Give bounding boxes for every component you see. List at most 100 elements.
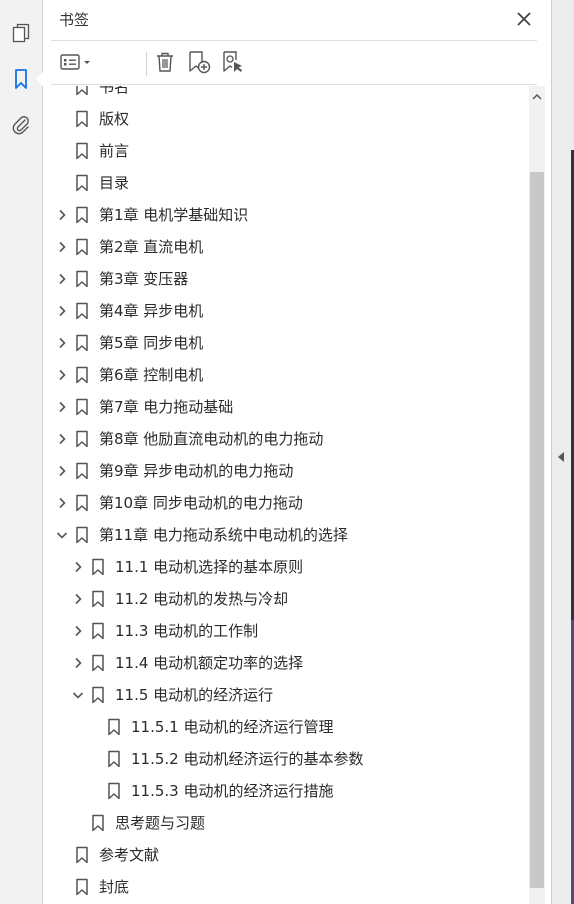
options-menu-button[interactable] bbox=[57, 50, 95, 78]
active-tab-indicator bbox=[36, 72, 43, 86]
chevron-right-icon[interactable] bbox=[55, 464, 69, 478]
bookmark-icon bbox=[75, 366, 89, 384]
bookmark-label: 版权 bbox=[99, 110, 130, 128]
new-bookmark-button[interactable] bbox=[185, 50, 213, 78]
chevron-right-icon[interactable] bbox=[55, 240, 69, 254]
bookmark-label: 11.5.3 电动机的经济运行措施 bbox=[131, 782, 334, 800]
bookmark-icon bbox=[91, 654, 105, 672]
panel-title: 书签 bbox=[59, 11, 90, 29]
bookmark-icon bbox=[75, 174, 89, 192]
bookmark-item[interactable]: 第3章 变压器 bbox=[43, 263, 529, 295]
bookmark-icon bbox=[75, 398, 89, 416]
bookmark-icon bbox=[75, 878, 89, 896]
bookmark-label: 参考文献 bbox=[99, 846, 160, 864]
bookmark-item[interactable]: 书名 bbox=[43, 86, 529, 103]
bookmark-item[interactable]: 第11章 电力拖动系统中电动机的选择 bbox=[43, 519, 529, 551]
bookmark-label: 11.1 电动机选择的基本原则 bbox=[115, 558, 304, 576]
bookmark-icon bbox=[91, 814, 105, 832]
chevron-right-icon[interactable] bbox=[55, 368, 69, 382]
bookmark-icon bbox=[75, 86, 89, 96]
bookmark-label: 第4章 异步电机 bbox=[99, 302, 204, 320]
chevron-right-icon[interactable] bbox=[71, 656, 85, 670]
chevron-right-icon[interactable] bbox=[55, 336, 69, 350]
chevron-down-icon[interactable] bbox=[55, 528, 69, 542]
bookmark-item[interactable]: 11.5 电动机的经济运行 bbox=[43, 679, 529, 711]
bookmark-icon bbox=[75, 462, 89, 480]
bookmark-icon bbox=[75, 206, 89, 224]
chevron-right-icon[interactable] bbox=[71, 624, 85, 638]
chevron-right-icon[interactable] bbox=[55, 432, 69, 446]
bookmark-item[interactable]: 11.5.2 电动机经济运行的基本参数 bbox=[43, 743, 529, 775]
bookmark-icon bbox=[75, 846, 89, 864]
bookmark-label: 11.3 电动机的工作制 bbox=[115, 622, 259, 640]
bookmark-icon bbox=[75, 494, 89, 512]
bookmark-item[interactable]: 封底 bbox=[43, 871, 529, 903]
attachment-icon[interactable] bbox=[8, 112, 34, 138]
bookmark-icon bbox=[75, 302, 89, 320]
delete-bookmark-button[interactable] bbox=[153, 50, 177, 78]
bookmark-icon bbox=[75, 270, 89, 288]
bookmark-item[interactable]: 11.2 电动机的发热与冷却 bbox=[43, 583, 529, 615]
bookmark-item[interactable]: 11.1 电动机选择的基本原则 bbox=[43, 551, 529, 583]
bookmark-icon bbox=[75, 110, 89, 128]
bookmark-tree: 书名版权前言目录第1章 电机学基础知识 第2章 直流电机 第3章 变压器 第4章 异步… bbox=[43, 86, 529, 904]
bookmark-item[interactable]: 第2章 直流电机 bbox=[43, 231, 529, 263]
bookmark-label: 目录 bbox=[99, 174, 130, 192]
bookmark-label: 第5章 同步电机 bbox=[99, 334, 204, 352]
bookmark-item[interactable]: 11.5.1 电动机的经济运行管理 bbox=[43, 711, 529, 743]
bookmark-item[interactable]: 第5章 同步电机 bbox=[43, 327, 529, 359]
bookmark-icon bbox=[91, 622, 105, 640]
chevron-right-icon[interactable] bbox=[55, 208, 69, 222]
bookmark-label: 第3章 变压器 bbox=[99, 270, 189, 288]
pages-icon[interactable] bbox=[8, 20, 34, 46]
bookmark-item[interactable]: 前言 bbox=[43, 135, 529, 167]
bookmark-item[interactable]: 第9章 异步电动机的电力拖动 bbox=[43, 455, 529, 487]
bookmark-icon bbox=[91, 686, 105, 704]
chevron-right-icon[interactable] bbox=[55, 400, 69, 414]
bookmark-icon[interactable] bbox=[8, 66, 34, 92]
scroll-up-icon[interactable] bbox=[532, 92, 542, 102]
header-divider bbox=[51, 40, 537, 41]
bookmark-item[interactable]: 目录 bbox=[43, 167, 529, 199]
bookmarks-toolbar bbox=[51, 44, 537, 84]
bookmark-label: 第2章 直流电机 bbox=[99, 238, 204, 256]
bookmark-item[interactable]: 11.3 电动机的工作制 bbox=[43, 615, 529, 647]
toolbar-divider bbox=[51, 84, 537, 85]
bookmark-item[interactable]: 版权 bbox=[43, 103, 529, 135]
bookmark-item[interactable]: 第4章 异步电机 bbox=[43, 295, 529, 327]
chevron-down-icon[interactable] bbox=[71, 688, 85, 702]
close-icon[interactable] bbox=[513, 8, 535, 30]
bookmark-label: 第1章 电机学基础知识 bbox=[99, 206, 249, 224]
document-view-edge bbox=[551, 0, 574, 904]
bookmark-icon bbox=[91, 590, 105, 608]
bookmark-label: 思考题与习题 bbox=[115, 814, 206, 832]
bookmark-item[interactable]: 第10章 同步电动机的电力拖动 bbox=[43, 487, 529, 519]
scrollbar-thumb[interactable] bbox=[530, 172, 544, 888]
bookmark-label: 前言 bbox=[99, 142, 130, 160]
chevron-right-icon[interactable] bbox=[55, 496, 69, 510]
bookmark-item[interactable]: 思考题与习题 bbox=[43, 807, 529, 839]
bookmark-icon bbox=[91, 558, 105, 576]
bookmark-icon bbox=[107, 782, 121, 800]
options-menu-icon bbox=[59, 52, 93, 76]
bookmark-label: 11.5.2 电动机经济运行的基本参数 bbox=[131, 750, 364, 768]
bookmark-item[interactable]: 第7章 电力拖动基础 bbox=[43, 391, 529, 423]
bookmark-item[interactable]: 11.5.3 电动机的经济运行措施 bbox=[43, 775, 529, 807]
vertical-scrollbar[interactable] bbox=[529, 86, 545, 904]
bookmark-item[interactable]: 参考文献 bbox=[43, 839, 529, 871]
bookmark-item[interactable]: 第6章 控制电机 bbox=[43, 359, 529, 391]
bookmark-label: 11.2 电动机的发热与冷却 bbox=[115, 590, 289, 608]
bookmark-label: 第9章 异步电动机的电力拖动 bbox=[99, 462, 294, 480]
chevron-right-icon[interactable] bbox=[55, 304, 69, 318]
bookmark-item[interactable]: 第1章 电机学基础知识 bbox=[43, 199, 529, 231]
chevron-right-icon[interactable] bbox=[71, 592, 85, 606]
chevron-right-icon[interactable] bbox=[55, 272, 69, 286]
bookmark-search-button[interactable] bbox=[219, 50, 247, 78]
bookmark-item[interactable]: 第8章 他励直流电动机的电力拖动 bbox=[43, 423, 529, 455]
bookmark-icon bbox=[75, 142, 89, 160]
chevron-right-icon[interactable] bbox=[71, 560, 85, 574]
toolbar-separator bbox=[146, 52, 147, 76]
bookmark-label: 11.5 电动机的经济运行 bbox=[115, 686, 274, 704]
collapse-panel-icon[interactable] bbox=[556, 450, 566, 464]
bookmark-item[interactable]: 11.4 电动机额定功率的选择 bbox=[43, 647, 529, 679]
